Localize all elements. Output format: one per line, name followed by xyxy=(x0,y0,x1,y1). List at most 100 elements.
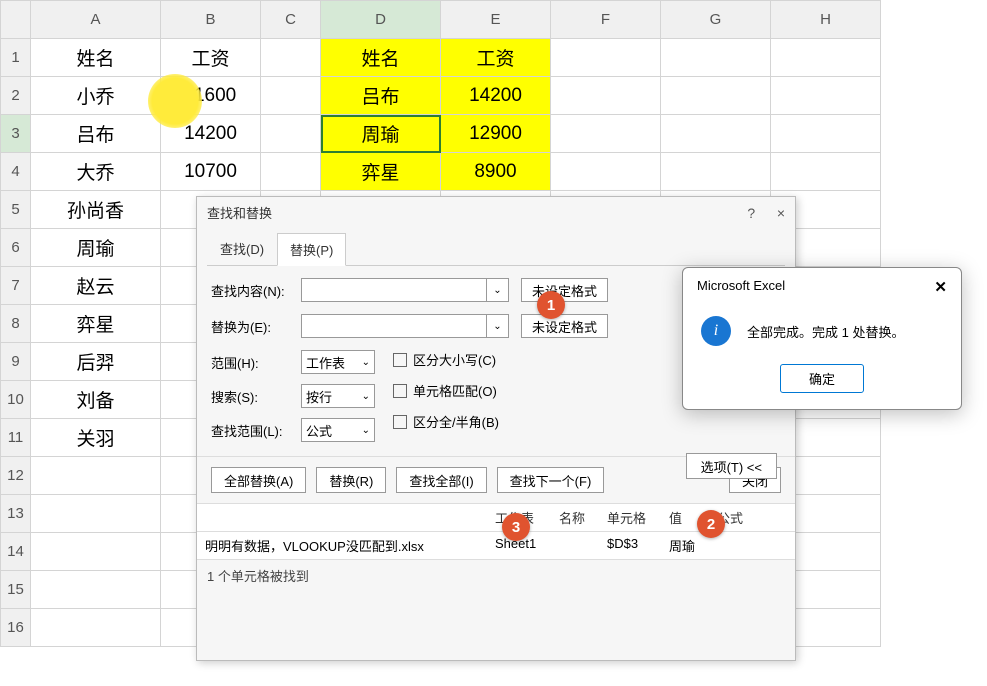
row-header-4[interactable]: 4 xyxy=(1,153,31,191)
tab-find[interactable]: 查找(D) xyxy=(207,232,277,265)
col-header-B[interactable]: B xyxy=(161,1,261,39)
cell-A11[interactable]: 关羽 xyxy=(31,419,161,457)
col-header-C[interactable]: C xyxy=(261,1,321,39)
cell-A9[interactable]: 后羿 xyxy=(31,343,161,381)
cell-A3[interactable]: 吕布 xyxy=(31,115,161,153)
select-all-corner[interactable] xyxy=(1,1,31,39)
tab-replace[interactable]: 替换(P) xyxy=(277,233,346,266)
cell-A15[interactable] xyxy=(31,571,161,609)
cell-C2[interactable] xyxy=(261,77,321,115)
cell-F4[interactable] xyxy=(551,153,661,191)
scope-select[interactable]: 工作表⌄ xyxy=(301,350,375,374)
find-next-button[interactable]: 查找下一个(F) xyxy=(497,467,605,493)
cell-A5[interactable]: 孙尚香 xyxy=(31,191,161,229)
row-header-6[interactable]: 6 xyxy=(1,229,31,267)
cell-A7[interactable]: 赵云 xyxy=(31,267,161,305)
cell-H3[interactable] xyxy=(771,115,881,153)
col-header-G[interactable]: G xyxy=(661,1,771,39)
annotation-badge-1: 1 xyxy=(537,291,565,319)
cell-E3[interactable]: 12900 xyxy=(441,115,551,153)
cell-G1[interactable] xyxy=(661,39,771,77)
checkbox-match-byte[interactable]: 区分全/半角(B) xyxy=(393,412,499,431)
row-header-12[interactable]: 12 xyxy=(1,457,31,495)
find-format-button[interactable]: 未设定格式 xyxy=(521,278,608,302)
search-label: 搜索(S): xyxy=(211,387,301,406)
row-header-16[interactable]: 16 xyxy=(1,609,31,647)
search-select[interactable]: 按行⌄ xyxy=(301,384,375,408)
cell-H4[interactable] xyxy=(771,153,881,191)
msgbox-close-icon[interactable]: ✕ xyxy=(934,278,947,296)
replace-dropdown-icon[interactable]: ⌄ xyxy=(487,314,509,338)
cell-C1[interactable] xyxy=(261,39,321,77)
find-all-button[interactable]: 查找全部(I) xyxy=(396,467,486,493)
row-header-15[interactable]: 15 xyxy=(1,571,31,609)
col-header-F[interactable]: F xyxy=(551,1,661,39)
cell-G3[interactable] xyxy=(661,115,771,153)
results-col-book xyxy=(205,508,495,527)
info-icon: i xyxy=(701,316,731,346)
row-header-8[interactable]: 8 xyxy=(1,305,31,343)
row-header-9[interactable]: 9 xyxy=(1,343,31,381)
cell-A16[interactable] xyxy=(31,609,161,647)
find-dropdown-icon[interactable]: ⌄ xyxy=(487,278,509,302)
cell-A1[interactable]: 姓名 xyxy=(31,39,161,77)
col-header-A[interactable]: A xyxy=(31,1,161,39)
row-header-2[interactable]: 2 xyxy=(1,77,31,115)
close-icon[interactable]: × xyxy=(777,205,785,221)
cell-A12[interactable] xyxy=(31,457,161,495)
options-toggle-button[interactable]: 选项(T) << xyxy=(686,453,777,479)
cell-C3[interactable] xyxy=(261,115,321,153)
find-input[interactable] xyxy=(301,278,487,302)
cell-D1[interactable]: 姓名 xyxy=(321,39,441,77)
cell-E2[interactable]: 14200 xyxy=(441,77,551,115)
lookin-select[interactable]: 公式⌄ xyxy=(301,418,375,442)
cell-B1[interactable]: 工资 xyxy=(161,39,261,77)
chevron-down-icon: ⌄ xyxy=(362,425,370,436)
row-header-13[interactable]: 13 xyxy=(1,495,31,533)
replace-button[interactable]: 替换(R) xyxy=(316,467,386,493)
col-header-H[interactable]: H xyxy=(771,1,881,39)
replace-input[interactable] xyxy=(301,314,487,338)
replace-format-button[interactable]: 未设定格式 xyxy=(521,314,608,338)
cell-E4[interactable]: 8900 xyxy=(441,153,551,191)
help-icon[interactable]: ? xyxy=(747,205,755,221)
cell-G2[interactable] xyxy=(661,77,771,115)
cell-E1[interactable]: 工资 xyxy=(441,39,551,77)
cell-H2[interactable] xyxy=(771,77,881,115)
results-col-cell: 单元格 xyxy=(607,508,669,527)
row-header-10[interactable]: 10 xyxy=(1,381,31,419)
cell-A4[interactable]: 大乔 xyxy=(31,153,161,191)
cell-F2[interactable] xyxy=(551,77,661,115)
checkbox-match-entire[interactable]: 单元格匹配(O) xyxy=(393,381,499,400)
col-header-E[interactable]: E xyxy=(441,1,551,39)
col-header-D[interactable]: D xyxy=(321,1,441,39)
row-header-11[interactable]: 11 xyxy=(1,419,31,457)
msgbox-ok-button[interactable]: 确定 xyxy=(780,364,864,393)
cell-F3[interactable] xyxy=(551,115,661,153)
row-header-14[interactable]: 14 xyxy=(1,533,31,571)
cell-A8[interactable]: 弈星 xyxy=(31,305,161,343)
cell-A14[interactable] xyxy=(31,533,161,571)
cell-H1[interactable] xyxy=(771,39,881,77)
cell-A6[interactable]: 周瑜 xyxy=(31,229,161,267)
cell-C4[interactable] xyxy=(261,153,321,191)
row-header-5[interactable]: 5 xyxy=(1,191,31,229)
cell-F1[interactable] xyxy=(551,39,661,77)
msgbox: Microsoft Excel ✕ i 全部完成。完成 1 处替换。 确定 xyxy=(682,267,962,410)
row-header-7[interactable]: 7 xyxy=(1,267,31,305)
annotation-badge-2: 2 xyxy=(697,510,725,538)
find-replace-dialog: 查找和替换 ? × 查找(D) 替换(P) 查找内容(N): ⌄ 未设定格式 替… xyxy=(196,196,796,661)
row-header-3[interactable]: 3 xyxy=(1,115,31,153)
cell-A10[interactable]: 刘备 xyxy=(31,381,161,419)
cell-D3[interactable]: 周瑜 xyxy=(321,115,441,153)
cell-G4[interactable] xyxy=(661,153,771,191)
checkbox-match-case[interactable]: 区分大小写(C) xyxy=(393,350,499,369)
cell-A2[interactable]: 小乔 xyxy=(31,77,161,115)
cell-D4[interactable]: 弈星 xyxy=(321,153,441,191)
cell-A13[interactable] xyxy=(31,495,161,533)
cell-D2[interactable]: 吕布 xyxy=(321,77,441,115)
replace-all-button[interactable]: 全部替换(A) xyxy=(211,467,306,493)
chevron-down-icon: ⌄ xyxy=(362,391,370,402)
cell-B4[interactable]: 10700 xyxy=(161,153,261,191)
row-header-1[interactable]: 1 xyxy=(1,39,31,77)
